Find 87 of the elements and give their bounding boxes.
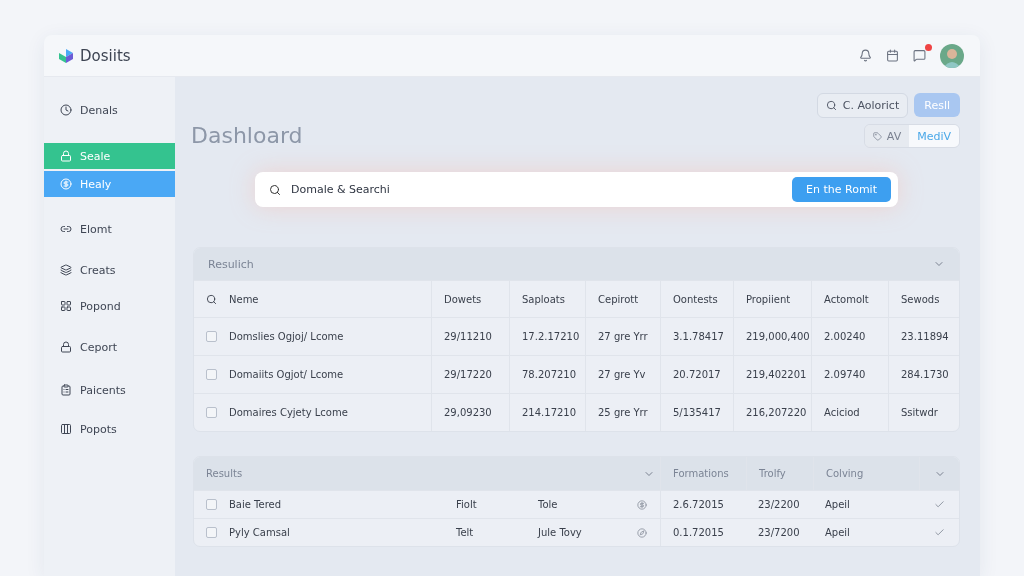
table-cell: Tole — [538, 499, 558, 510]
bell-icon[interactable] — [859, 49, 872, 62]
table-cell: 27 gre Yv — [598, 369, 646, 380]
clipboard-icon — [60, 384, 72, 396]
table-cell: Jule Tovy — [538, 527, 582, 538]
sidebar-item[interactable]: Popots — [44, 416, 175, 442]
table-title: Results — [206, 468, 243, 479]
sidebar-item[interactable]: Popond — [44, 293, 175, 319]
table-cell: 3.1.78417 — [673, 331, 724, 342]
check-icon — [933, 499, 945, 510]
table-cell: Domaiits Ogjot/ Lcome — [229, 369, 344, 380]
table-cell: 219,000,400 — [746, 331, 810, 342]
table-cell: 23/7200 — [758, 527, 800, 538]
group-header: Trolfy — [759, 468, 786, 479]
grid-icon — [60, 300, 72, 312]
table-cell: Domaires Cyjety Lcome — [229, 407, 348, 418]
column-header: Neme — [229, 293, 259, 305]
table-cell: 29/17220 — [444, 369, 492, 380]
table-cell: 29,09230 — [444, 407, 492, 418]
table-title: Resulich — [207, 257, 255, 271]
search-field[interactable]: Domale & Searchi En the Romit — [255, 172, 898, 207]
lock-icon — [60, 150, 72, 162]
clock-icon — [60, 104, 72, 116]
table-cell: Ssitwdr — [901, 407, 938, 418]
search-icon — [269, 183, 281, 196]
table-cell: Apeil — [825, 527, 850, 538]
column-header: Dowets — [444, 293, 482, 305]
search-icon[interactable] — [206, 293, 217, 305]
search-icon — [825, 100, 837, 111]
table-cell: Apeil — [825, 499, 850, 510]
coin-icon — [637, 499, 647, 510]
compass-icon — [637, 527, 647, 538]
table-cell: 17.2.17210 — [522, 331, 580, 342]
group-header: Colving — [826, 468, 864, 479]
group-header: Formations — [673, 468, 729, 479]
table-cell: 27 gre Yrr — [598, 331, 648, 342]
row-checkbox[interactable] — [206, 369, 217, 380]
column-header: Saploats — [522, 293, 565, 305]
table-cell: 20.72017 — [673, 369, 721, 380]
table-cell: 23/2200 — [758, 499, 800, 510]
table-cell: Domslies Ogjoj/ Lcome — [229, 331, 344, 342]
sidebar-item[interactable]: Denals — [44, 97, 175, 123]
sidebar-item[interactable]: Paicents — [44, 377, 175, 403]
column-header: Cepirott — [598, 293, 639, 305]
lock-icon — [60, 341, 72, 353]
link-icon — [60, 223, 72, 235]
layers-icon — [60, 264, 72, 276]
table-cell: Aciciod — [824, 407, 860, 418]
sidebar-item[interactable]: Creats — [44, 257, 175, 283]
column-header: Oontests — [673, 293, 718, 305]
table-cell: 219,402201 — [746, 369, 807, 380]
calendar-icon[interactable] — [886, 49, 899, 62]
table-cell: 25 gre Yrr — [598, 407, 648, 418]
sidebar-item[interactable]: Ceport — [44, 334, 175, 360]
table-cell: 29/11210 — [444, 331, 492, 342]
sidebar-item[interactable]: Elomt — [44, 216, 175, 242]
column-header: Actomolt — [824, 293, 869, 305]
row-checkbox[interactable] — [206, 499, 217, 510]
table-cell: 2.6.72015 — [673, 499, 724, 510]
check-icon — [933, 527, 945, 538]
tag-icon — [872, 131, 882, 141]
page-title: Dashloard — [191, 123, 303, 148]
app-name: Dosiits — [80, 46, 131, 65]
table-cell: Telt — [456, 527, 474, 538]
column-header: Propiient — [746, 293, 791, 305]
columns-icon — [60, 423, 72, 435]
table-cell: Pyly Camsal — [229, 527, 290, 538]
table-cell: 214.17210 — [522, 407, 577, 418]
table-cell: 2.09740 — [824, 369, 866, 380]
avatar[interactable] — [940, 43, 964, 68]
row-checkbox[interactable] — [206, 407, 217, 418]
table-cell: 216,207220 — [746, 407, 807, 418]
table-cell: 0.1.72015 — [673, 527, 724, 538]
table-cell: 23.11894 — [901, 331, 949, 342]
message-icon[interactable] — [913, 49, 926, 62]
table-cell: 78.207210 — [522, 369, 577, 380]
column-header: Sewods — [901, 293, 940, 305]
logo-icon — [58, 47, 74, 64]
table-cell: 284.1730 — [901, 369, 949, 380]
search-button[interactable]: C. Aolorict — [816, 93, 909, 118]
table-cell: Fiolt — [456, 499, 477, 510]
table-cell: Baie Tered — [229, 499, 282, 510]
table-cell: 2.00240 — [824, 331, 866, 342]
row-checkbox[interactable] — [206, 331, 217, 342]
row-checkbox[interactable] — [206, 527, 217, 538]
coin-icon — [60, 178, 72, 190]
table-cell: 5/135417 — [673, 407, 721, 418]
